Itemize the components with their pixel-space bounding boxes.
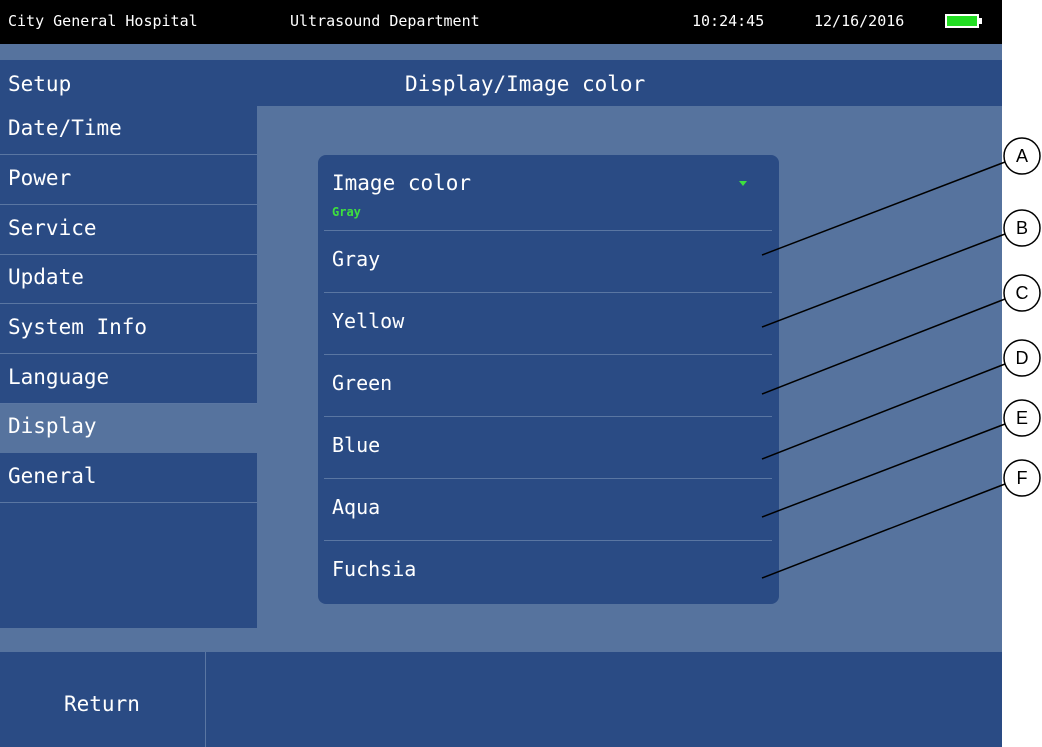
clock-date: 12/16/2016 [814,12,905,30]
option-label: Green [332,371,393,395]
sidebar-item-language[interactable]: Language [0,355,257,404]
image-color-dropdown: Image color Gray Gray Yellow Green Blue … [318,155,779,604]
sidebar-item-label: Language [8,365,110,389]
page-title: Display/Image color [405,72,646,96]
sidebar-item-label: Date/Time [8,116,122,140]
sidebar-item-label: General [8,464,97,488]
option-label: Fuchsia [332,557,417,581]
sidebar-item-power[interactable]: Power [0,156,257,205]
setup-sidebar: Date/Time Power Service Update System In… [0,106,257,628]
sidebar-item-label: Update [8,265,84,289]
option-label: Yellow [332,309,405,333]
status-bar: City General Hospital Ultrasound Departm… [0,0,1002,44]
callout-letter: E [1016,408,1028,428]
sidebar-item-general[interactable]: General [0,454,257,503]
hospital-name: City General Hospital [8,12,198,30]
bottom-bar: Return [0,652,1002,747]
option-label: Blue [332,433,381,457]
option-fuchsia[interactable]: Fuchsia [318,541,779,603]
section-title: Setup [8,72,72,96]
return-label: Return [64,692,140,716]
option-blue[interactable]: Blue [318,417,779,479]
dropdown-label[interactable]: Image color [332,171,471,195]
callout-letter: F [1017,468,1028,488]
option-aqua[interactable]: Aqua [318,479,779,541]
sidebar-item-system-info[interactable]: System Info [0,305,257,354]
caret-down-icon[interactable] [739,181,747,186]
header-bar: Setup Display/Image color [0,60,1002,106]
return-button[interactable]: Return [0,652,206,747]
sidebar-item-label: System Info [8,315,148,339]
option-label: Aqua [332,495,381,519]
option-green[interactable]: Green [318,355,779,417]
option-yellow[interactable]: Yellow [318,293,779,355]
sidebar-item-date-time[interactable]: Date/Time [0,106,257,155]
option-label: Gray [332,247,381,271]
sidebar-item-update[interactable]: Update [0,255,257,304]
sidebar-item-display[interactable]: Display [0,404,257,453]
sidebar-item-label: Service [8,216,97,240]
option-gray[interactable]: Gray [318,231,779,293]
clock-time: 10:24:45 [692,12,765,30]
dropdown-selected-value: Gray [332,205,361,219]
callout-letter: B [1016,218,1028,238]
callout-letter: D [1016,348,1029,368]
sidebar-item-label: Power [8,166,72,190]
department-name: Ultrasound Department [290,12,480,30]
sidebar-item-label: Display [8,414,97,438]
sidebar-item-service[interactable]: Service [0,206,257,255]
callout-letter: C [1016,283,1029,303]
callout-letter: A [1016,146,1028,166]
battery-full-icon [945,14,983,28]
device-screen: City General Hospital Ultrasound Departm… [0,0,1002,747]
